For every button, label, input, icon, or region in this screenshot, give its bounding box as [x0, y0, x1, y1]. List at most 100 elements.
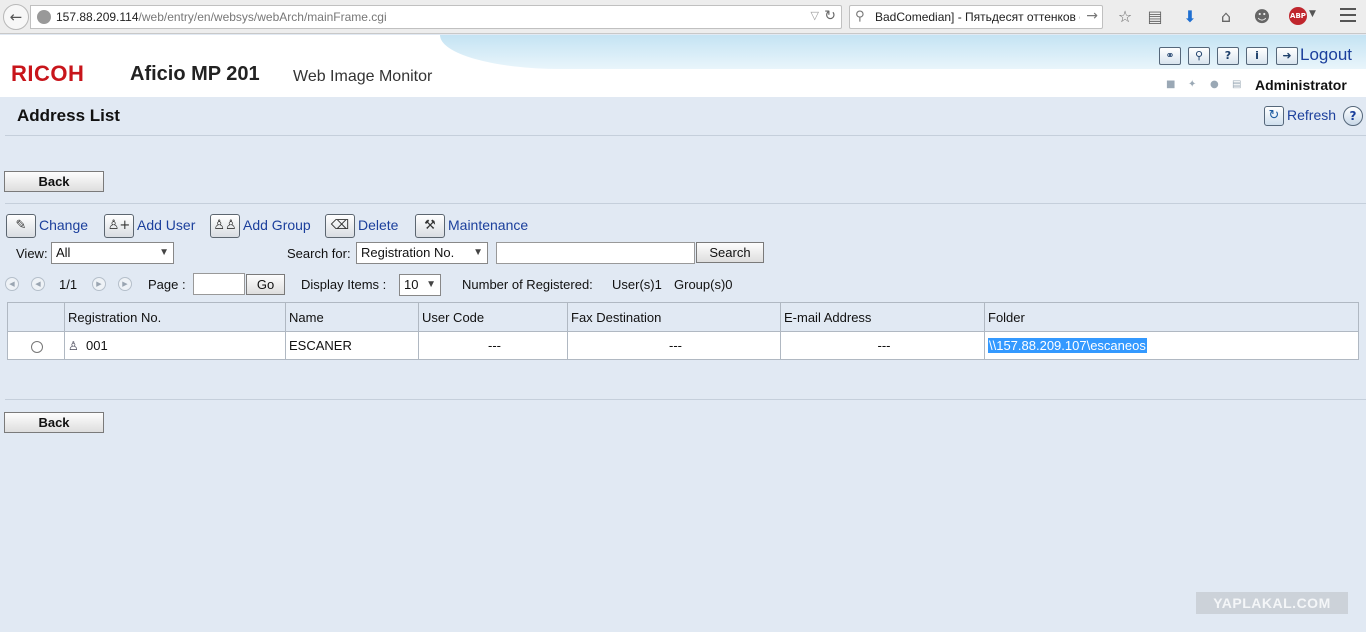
link-icon[interactable]: ⚭ — [1159, 47, 1181, 65]
network-icon: ✦ — [1188, 79, 1197, 90]
user-icon: ● — [1210, 79, 1219, 90]
help-icon[interactable]: ? — [1217, 47, 1239, 65]
view-label: View: — [16, 246, 48, 261]
search-icon: ⚲ — [855, 9, 865, 24]
page-count: 1/1 — [59, 277, 78, 292]
ricoh-logo: RICOH — [11, 61, 85, 86]
page-title: Address List — [17, 106, 120, 125]
table-row[interactable]: ♙ 001 ESCANER --- --- --- \\157.88.209.10… — [7, 331, 1359, 360]
page-label: Page : — [148, 277, 186, 292]
column-header: Name — [285, 302, 419, 332]
folder-cell: \\157.88.209.107\escaneos — [984, 331, 1359, 360]
table-header-row: Registration No. Name User Code Fax Dest… — [7, 302, 1359, 332]
registration-cell: ♙ 001 — [64, 331, 286, 360]
search-query: BadComedian] - Пятьдесят оттенков с — [875, 10, 1080, 24]
app-name: Web Image Monitor — [293, 68, 433, 85]
display-items-select[interactable]: 10 ▼ — [399, 274, 441, 296]
divider — [5, 135, 1366, 136]
next-page-icon[interactable]: ▶ — [92, 277, 106, 291]
change-link[interactable]: Change — [39, 217, 88, 233]
users-count: User(s)1 — [612, 277, 662, 292]
logout-link[interactable]: Logout — [1300, 45, 1352, 65]
groups-count: Group(s)0 — [674, 277, 733, 292]
product-name: Aficio MP 201 — [130, 63, 260, 85]
watermark: YAPLAKAL.COM — [1196, 592, 1348, 614]
registration-no: 001 — [86, 338, 108, 353]
browser-toolbar: ← 157.88.209.114/web/entry/en/websys/web… — [0, 0, 1366, 34]
email-cell: --- — [780, 331, 985, 360]
address-bar[interactable]: 157.88.209.114/web/entry/en/websys/webAr… — [30, 5, 842, 29]
column-header: E-mail Address — [780, 302, 985, 332]
chat-icon[interactable]: ☻ — [1252, 7, 1272, 27]
dropdown-arrow-icon[interactable]: ▽ — [811, 9, 819, 22]
view-select[interactable]: All ▼ — [51, 242, 174, 264]
display-items-label: Display Items : — [301, 277, 387, 292]
browser-search-bar[interactable]: ⚲ BadComedian] - Пятьдесят оттенков с → — [849, 5, 1103, 29]
search-for-label: Search for: — [287, 246, 351, 261]
url-text: 157.88.209.114/web/entry/en/websys/webAr… — [56, 10, 387, 24]
chevron-down-icon: ▼ — [426, 279, 436, 290]
view-select-value: All — [56, 245, 71, 260]
user-icon: ♙ — [68, 339, 79, 353]
divider — [5, 203, 1366, 204]
download-icon[interactable]: ⬇ — [1180, 7, 1200, 27]
address-table: Registration No. Name User Code Fax Dest… — [7, 302, 1359, 360]
trash-icon[interactable]: ⌫ — [325, 214, 355, 238]
maintenance-link[interactable]: Maintenance — [448, 217, 528, 233]
home-icon[interactable]: ⌂ — [1216, 7, 1236, 27]
search-for-select[interactable]: Registration No. ▼ — [356, 242, 488, 264]
chevron-down-icon: ▼ — [473, 247, 483, 258]
search-for-value: Registration No. — [361, 245, 455, 260]
fax-cell: --- — [567, 331, 781, 360]
column-header: Folder — [984, 302, 1359, 332]
reading-list-icon[interactable]: ▤ — [1145, 7, 1165, 27]
menu-icon[interactable] — [1340, 8, 1356, 22]
pencil-icon[interactable]: ✎ — [6, 214, 36, 238]
globe-icon — [37, 10, 51, 24]
logout-icon[interactable]: ➜ — [1276, 47, 1298, 65]
add-user-link[interactable]: Add User — [137, 217, 195, 233]
document-icon: ▤ — [1232, 79, 1242, 90]
current-user: Administrator — [1255, 77, 1347, 93]
divider — [5, 399, 1366, 400]
search-icon[interactable]: ⚲ — [1188, 47, 1210, 65]
search-button[interactable]: Search — [696, 242, 764, 263]
search-input[interactable] — [496, 242, 695, 264]
maintenance-icon[interactable]: ⚒ — [415, 214, 445, 238]
go-button[interactable]: Go — [246, 274, 285, 295]
bookmark-star-icon[interactable]: ☆ — [1115, 7, 1135, 27]
add-user-icon[interactable]: ♙+ — [104, 214, 134, 238]
refresh-link[interactable]: Refresh — [1287, 107, 1336, 123]
folder-path: \\157.88.209.107\escaneos — [988, 338, 1147, 353]
reload-icon[interactable]: ↻ — [824, 8, 836, 24]
prev-page-icon[interactable]: ◀ — [31, 277, 45, 291]
column-header: Registration No. — [64, 302, 286, 332]
last-page-icon[interactable]: ▶ — [118, 277, 132, 291]
info-icon[interactable]: i — [1246, 47, 1268, 65]
column-header: Fax Destination — [567, 302, 781, 332]
page-input[interactable] — [193, 273, 245, 295]
add-group-link[interactable]: Add Group — [243, 217, 311, 233]
back-button-bottom[interactable]: Back — [4, 412, 104, 433]
back-arrow-icon[interactable]: ← — [3, 4, 29, 30]
add-group-icon[interactable]: ♙♙ — [210, 214, 240, 238]
app-header: RICOH Aficio MP 201 Web Image Monitor ⚭ … — [0, 35, 1366, 97]
select-column-header — [7, 302, 65, 332]
column-header: User Code — [418, 302, 568, 332]
adblock-dropdown-icon[interactable]: ▼ — [1309, 9, 1316, 19]
chevron-down-icon: ▼ — [159, 247, 169, 258]
lock-icon: ■ — [1166, 79, 1176, 90]
help-icon[interactable]: ? — [1343, 106, 1363, 126]
display-items-value: 10 — [404, 277, 419, 292]
refresh-icon[interactable]: ↻ — [1264, 106, 1284, 126]
row-select-cell[interactable] — [7, 331, 65, 360]
registered-label: Number of Registered: — [462, 277, 593, 292]
first-page-icon[interactable]: ◀ — [5, 277, 19, 291]
name-cell: ESCANER — [285, 331, 419, 360]
adblock-icon[interactable]: ABP — [1289, 7, 1307, 25]
back-button-top[interactable]: Back — [4, 171, 104, 192]
user-code-cell: --- — [418, 331, 568, 360]
go-arrow-icon[interactable]: → — [1086, 8, 1098, 24]
delete-link[interactable]: Delete — [358, 217, 398, 233]
row-radio[interactable] — [31, 340, 43, 353]
